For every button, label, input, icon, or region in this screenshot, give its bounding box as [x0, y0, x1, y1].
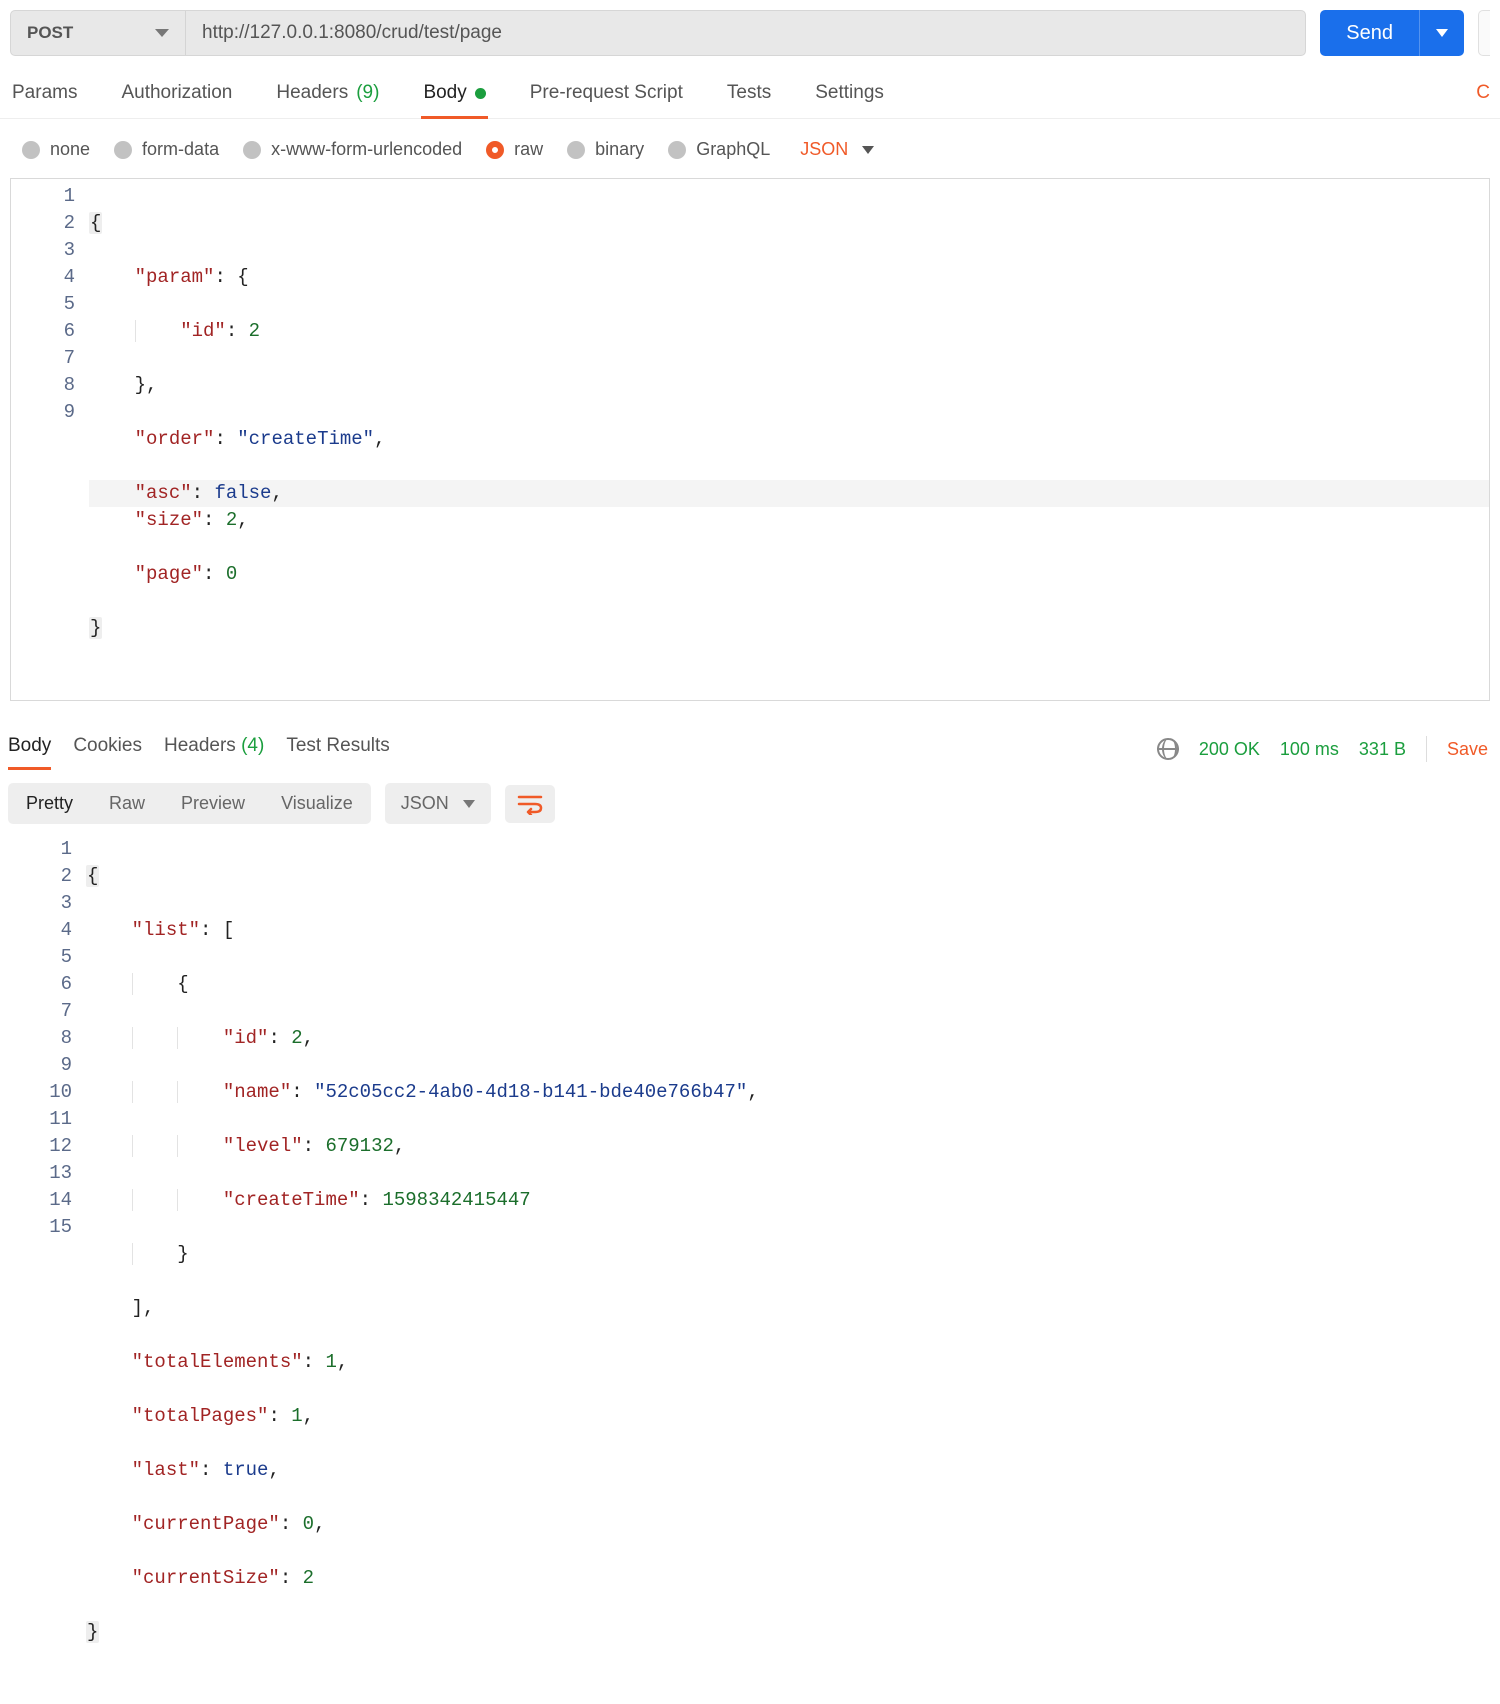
- request-body-editor[interactable]: 1 2 3 4 5 6 7 8 9 { "param": { "id": 2 }…: [10, 178, 1490, 701]
- method-label: POST: [27, 23, 73, 43]
- status-time: 100 ms: [1280, 739, 1339, 760]
- request-bar: POST http://127.0.0.1:8080/crud/test/pag…: [0, 0, 1500, 66]
- body-type-binary[interactable]: binary: [567, 139, 644, 160]
- status-code: 200 OK: [1199, 739, 1260, 760]
- tab-params[interactable]: Params: [10, 74, 79, 118]
- body-type-form-data[interactable]: form-data: [114, 139, 219, 160]
- tab-settings[interactable]: Settings: [813, 74, 886, 118]
- url-input[interactable]: http://127.0.0.1:8080/crud/test/page: [186, 11, 1305, 55]
- send-options-button[interactable]: [1419, 10, 1464, 56]
- url-text: http://127.0.0.1:8080/crud/test/page: [202, 22, 502, 44]
- status-size: 331 B: [1359, 739, 1406, 760]
- body-type-none[interactable]: none: [22, 139, 90, 160]
- body-type-graphql[interactable]: GraphQL: [668, 139, 770, 160]
- tab-tests[interactable]: Tests: [725, 74, 773, 118]
- method-url-group: POST http://127.0.0.1:8080/crud/test/pag…: [10, 10, 1306, 56]
- radio-icon: [243, 141, 261, 159]
- response-tab-test-results[interactable]: Test Results: [286, 729, 389, 769]
- view-pretty[interactable]: Pretty: [8, 783, 91, 824]
- radio-icon: [22, 141, 40, 159]
- tab-headers[interactable]: Headers (9): [274, 74, 381, 118]
- send-button[interactable]: Send: [1320, 10, 1419, 56]
- tab-authorization[interactable]: Authorization: [119, 74, 234, 118]
- code-area: { "list": [ { "id": 2, "name": "52c05cc2…: [86, 832, 1490, 1704]
- modified-dot-icon: [475, 88, 486, 99]
- tab-body[interactable]: Body: [421, 74, 487, 118]
- code-area[interactable]: { "param": { "id": 2 }, "order": "create…: [89, 179, 1489, 700]
- body-type-urlencoded[interactable]: x-www-form-urlencoded: [243, 139, 462, 160]
- response-body-viewer[interactable]: 1 2 3 4 5 6 7 8 9 10 11 12 13 14 15 { "l…: [8, 832, 1490, 1704]
- view-mode-group: Pretty Raw Preview Visualize: [8, 783, 371, 824]
- body-type-raw[interactable]: raw: [486, 139, 543, 160]
- chevron-down-icon: [155, 29, 169, 37]
- request-tabs: Params Authorization Headers (9) Body Pr…: [0, 66, 1500, 119]
- send-button-group: Send: [1320, 10, 1464, 56]
- radio-icon: [114, 141, 132, 159]
- view-visualize[interactable]: Visualize: [263, 783, 371, 824]
- chevron-down-icon: [1436, 29, 1448, 37]
- divider: [1426, 736, 1427, 762]
- body-raw-language-select[interactable]: JSON: [800, 139, 874, 160]
- radio-icon: [567, 141, 585, 159]
- method-select[interactable]: POST: [11, 11, 186, 55]
- body-type-row: none form-data x-www-form-urlencoded raw…: [0, 119, 1500, 178]
- line-gutter: 1 2 3 4 5 6 7 8 9: [11, 179, 89, 700]
- radio-icon: [668, 141, 686, 159]
- chevron-down-icon: [862, 146, 874, 154]
- response-view-controls: Pretty Raw Preview Visualize JSON: [0, 769, 1500, 832]
- response-tab-body[interactable]: Body: [8, 729, 51, 769]
- tab-pre-request-script[interactable]: Pre-request Script: [528, 74, 685, 118]
- response-status: 200 OK 100 ms 331 B Save: [1157, 736, 1488, 762]
- save-button-cut[interactable]: [1478, 10, 1490, 56]
- response-language-select[interactable]: JSON: [385, 783, 491, 824]
- view-raw[interactable]: Raw: [91, 783, 163, 824]
- radio-selected-icon: [486, 141, 504, 159]
- line-gutter: 1 2 3 4 5 6 7 8 9 10 11 12 13 14 15: [8, 832, 86, 1704]
- wrap-icon: [517, 793, 543, 815]
- response-tab-headers[interactable]: Headers (4): [164, 729, 264, 769]
- view-preview[interactable]: Preview: [163, 783, 263, 824]
- response-tabs: Body Cookies Headers (4) Test Results 20…: [0, 701, 1500, 769]
- response-tab-cookies[interactable]: Cookies: [73, 729, 142, 769]
- tab-right-cut[interactable]: C: [1474, 74, 1490, 118]
- send-label: Send: [1346, 22, 1393, 45]
- save-response-button[interactable]: Save: [1447, 739, 1488, 760]
- chevron-down-icon: [463, 800, 475, 808]
- wrap-lines-button[interactable]: [505, 785, 555, 823]
- globe-icon[interactable]: [1157, 738, 1179, 760]
